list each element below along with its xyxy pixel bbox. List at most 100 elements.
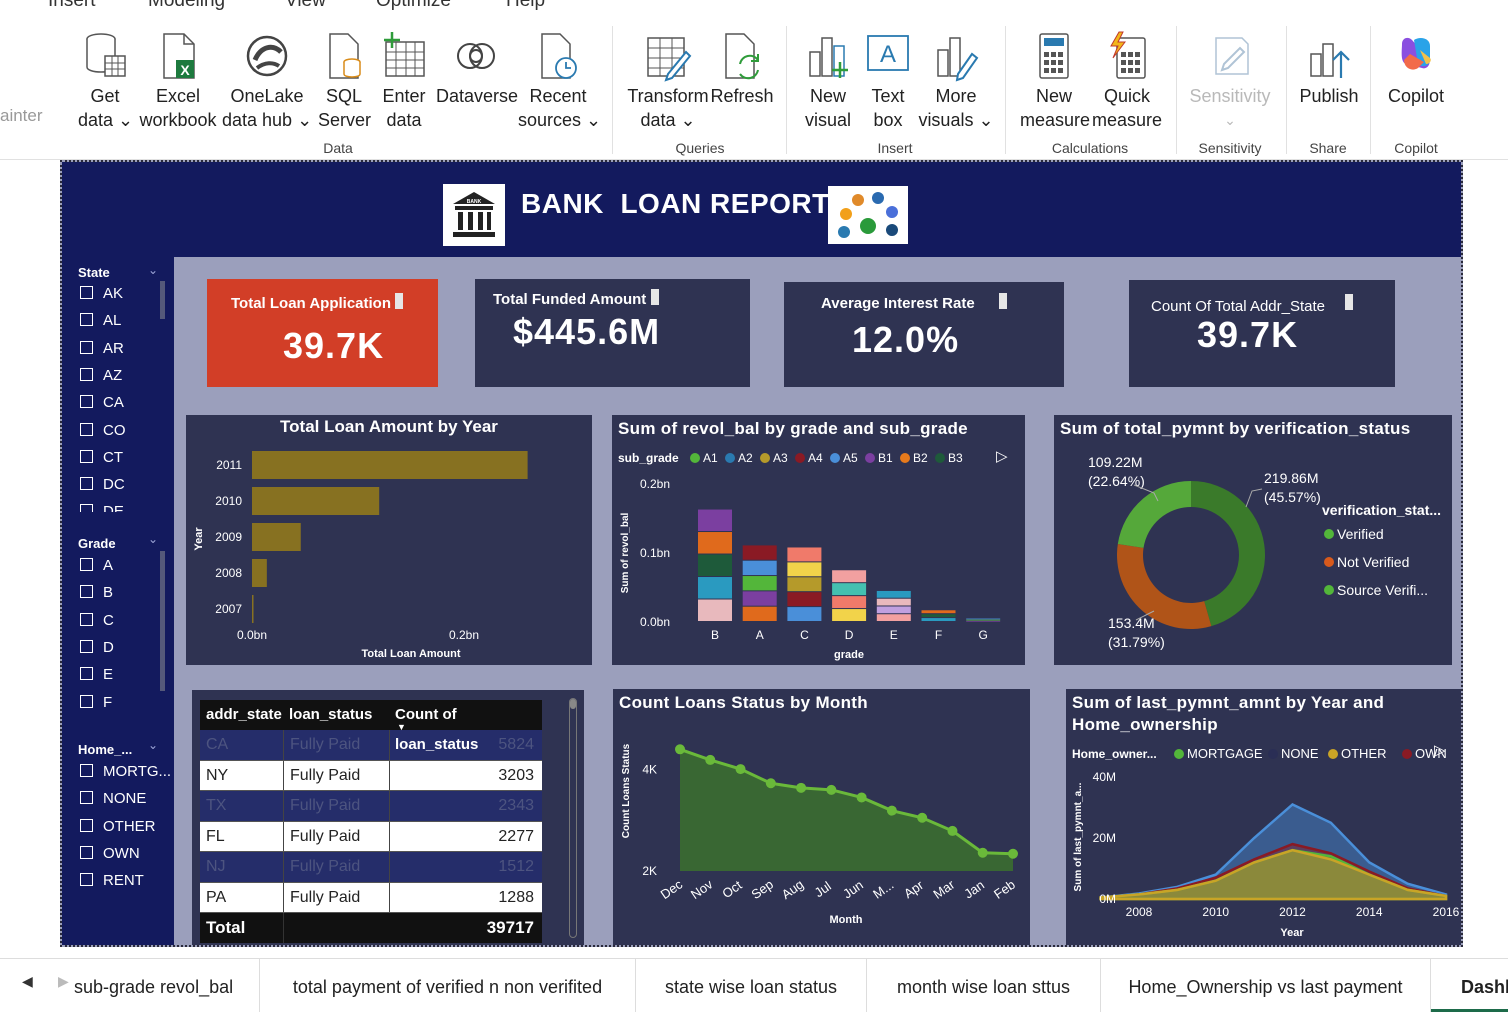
checkbox-icon[interactable] <box>80 694 93 708</box>
checkbox-icon[interactable] <box>80 585 93 599</box>
page-tab-dashboard[interactable]: Dashb <box>1431 959 1508 1012</box>
tab-scroll-left-icon[interactable]: ◀ <box>22 973 33 990</box>
menu-tab-help[interactable]: Help <box>506 0 545 12</box>
more-visuals-button[interactable]: More visuals ⌄ <box>918 30 994 132</box>
new-measure-button[interactable]: New measure <box>1020 30 1090 132</box>
checkbox-icon[interactable] <box>80 504 93 512</box>
slicer-item[interactable]: DC <box>80 476 125 493</box>
slicer-item[interactable]: B <box>80 584 113 601</box>
tab-scroll-right-icon[interactable]: ▶ <box>58 973 69 990</box>
slicer-item[interactable]: AR <box>80 340 124 357</box>
kpi-card-total-funded-amount[interactable]: Total Funded Amount $445.6M <box>475 279 750 387</box>
chevron-down-icon[interactable]: ⌄ <box>148 738 158 752</box>
page-tab-month-wise-loan-status[interactable]: month wise loan sttus <box>867 959 1101 1012</box>
checkbox-icon[interactable] <box>80 873 93 887</box>
checkbox-icon[interactable] <box>80 340 93 354</box>
slicer-item[interactable]: OTHER <box>80 818 156 835</box>
table-row[interactable]: PA Fully Paid 1288 <box>200 882 542 913</box>
table-header-addr-state[interactable]: addr_state <box>200 700 283 730</box>
checkbox-icon[interactable] <box>80 422 93 436</box>
visual-total-pymnt-by-verification[interactable]: Sum of total_pymnt by verification_statu… <box>1054 415 1452 665</box>
slicer-item[interactable]: CT <box>80 449 123 466</box>
onelake-data-hub-button[interactable]: OneLake data hub ⌄ <box>222 30 312 132</box>
chevron-down-icon[interactable]: ⌄ <box>148 263 158 277</box>
table-scroll-thumb[interactable] <box>570 699 576 709</box>
kpi-card-average-interest-rate[interactable]: Average Interest Rate 12.0% <box>784 282 1064 387</box>
focus-mode-icon[interactable] <box>1345 294 1353 310</box>
sql-server-button[interactable]: SQL Server <box>318 30 371 132</box>
slicer-scrollbar[interactable] <box>160 281 165 319</box>
slicer-item[interactable]: CO <box>80 422 126 439</box>
page-tab-total-payment-verified[interactable]: total payment of verified n non verifite… <box>260 959 636 1012</box>
chevron-down-icon[interactable]: ⌄ <box>148 532 158 546</box>
excel-workbook-button[interactable]: X Excel workbook <box>138 30 218 132</box>
checkbox-icon[interactable] <box>80 764 93 777</box>
table-row[interactable]: NJ Fully Paid 1512 <box>200 852 542 883</box>
focus-mode-icon[interactable] <box>999 293 1007 309</box>
table-scrollbar[interactable] <box>569 698 577 938</box>
table-row[interactable]: TX Fully Paid 2343 <box>200 791 542 822</box>
checkbox-icon[interactable] <box>80 612 93 626</box>
page-tab-home-ownership-last-payment[interactable]: Home_Ownership vs last payment <box>1101 959 1431 1012</box>
visual-last-pymnt-by-year-ownership[interactable]: Sum of last_pymnt_amnt by Year and Home_… <box>1066 689 1461 945</box>
checkbox-icon[interactable] <box>80 395 93 409</box>
slicer-item[interactable]: OWN <box>80 845 140 862</box>
checkbox-icon[interactable] <box>80 477 93 491</box>
checkbox-icon[interactable] <box>80 818 93 832</box>
kpi-card-total-loan-application[interactable]: Total Loan Application 39.7K <box>207 279 438 387</box>
page-tab-sub-grade-revol-bal[interactable]: sub-grade revol_bal <box>70 959 260 1012</box>
slicer-item[interactable]: NONE <box>80 790 146 807</box>
sensitivity-button[interactable]: Sensitivity ⌄ <box>1186 30 1274 132</box>
quick-measure-button[interactable]: Quick measure <box>1092 30 1162 132</box>
slicer-item[interactable]: C <box>80 612 114 629</box>
checkbox-icon[interactable] <box>80 313 93 327</box>
dataverse-button[interactable]: Dataverse <box>436 30 518 108</box>
slicer-scrollbar[interactable] <box>160 551 165 691</box>
slicer-item[interactable]: AK <box>80 285 123 302</box>
text-box-button[interactable]: A Text box <box>862 30 914 132</box>
recent-sources-button[interactable]: Recent sources ⌄ <box>518 30 601 132</box>
slicer-item[interactable]: DE <box>80 503 124 512</box>
table-row[interactable]: FL Fully Paid 2277 <box>200 821 542 852</box>
checkbox-icon[interactable] <box>80 367 93 381</box>
page-tab-state-wise-loan-status[interactable]: state wise loan status <box>636 959 867 1012</box>
menu-tab-optimize[interactable]: Optimize <box>376 0 451 12</box>
visual-revol-bal-by-grade[interactable]: Sum of revol_bal by grade and sub_grade … <box>612 415 1025 665</box>
checkbox-icon[interactable] <box>80 558 93 571</box>
menu-tab-insert[interactable]: Insert <box>48 0 96 12</box>
slicer-item[interactable]: MORTG... <box>80 763 171 780</box>
slicer-item[interactable]: CA <box>80 394 124 411</box>
transform-data-button[interactable]: Transform data ⌄ <box>624 30 712 132</box>
slicer-item[interactable]: D <box>80 639 114 656</box>
slicer-item[interactable]: E <box>80 666 113 683</box>
slicer-item[interactable]: AZ <box>80 367 122 384</box>
checkbox-icon[interactable] <box>80 667 93 681</box>
visual-total-loan-by-year[interactable]: Total Loan Amount by Year 2011 2010 2009 20… <box>186 415 592 665</box>
table-header-loan-status[interactable]: loan_status <box>283 700 389 730</box>
visual-state-loan-status-table[interactable]: addr_state loan_status Count of loan_sta… <box>192 690 584 945</box>
visual-loan-status-by-month[interactable]: Count Loans Status by Month 4K 2K Count Lo… <box>613 689 1030 945</box>
table-header-count[interactable]: Count of loan_status ▼ <box>389 700 540 753</box>
refresh-button[interactable]: Refresh <box>710 30 774 108</box>
checkbox-icon[interactable] <box>80 791 93 805</box>
new-visual-button[interactable]: New visual <box>800 30 856 132</box>
focus-mode-icon[interactable] <box>651 289 659 305</box>
table-row[interactable]: CA Fully Paid 5824 <box>200 730 542 761</box>
publish-button[interactable]: Publish <box>1296 30 1362 108</box>
table-row[interactable]: NY Fully Paid 3203 <box>200 760 542 791</box>
enter-data-button[interactable]: Enter data <box>378 30 430 132</box>
focus-mode-icon[interactable] <box>395 293 403 309</box>
slicer-item[interactable]: AL <box>80 312 121 329</box>
checkbox-icon[interactable] <box>80 286 93 299</box>
slicer-item[interactable]: A <box>80 557 113 574</box>
slicer-item[interactable]: F <box>80 694 112 711</box>
format-painter-label[interactable]: ainter <box>0 106 43 126</box>
checkbox-icon[interactable] <box>80 449 93 463</box>
checkbox-icon[interactable] <box>80 845 93 859</box>
menu-tab-modeling[interactable]: Modeling <box>148 0 225 12</box>
slicer-item[interactable]: RENT <box>80 872 144 889</box>
checkbox-icon[interactable] <box>80 639 93 653</box>
copilot-button[interactable]: Copilot <box>1380 30 1452 108</box>
get-data-button[interactable]: Get data ⌄ <box>78 30 133 132</box>
kpi-card-count-total-addr-state[interactable]: Count Of Total Addr_State 39.7K <box>1129 280 1395 387</box>
